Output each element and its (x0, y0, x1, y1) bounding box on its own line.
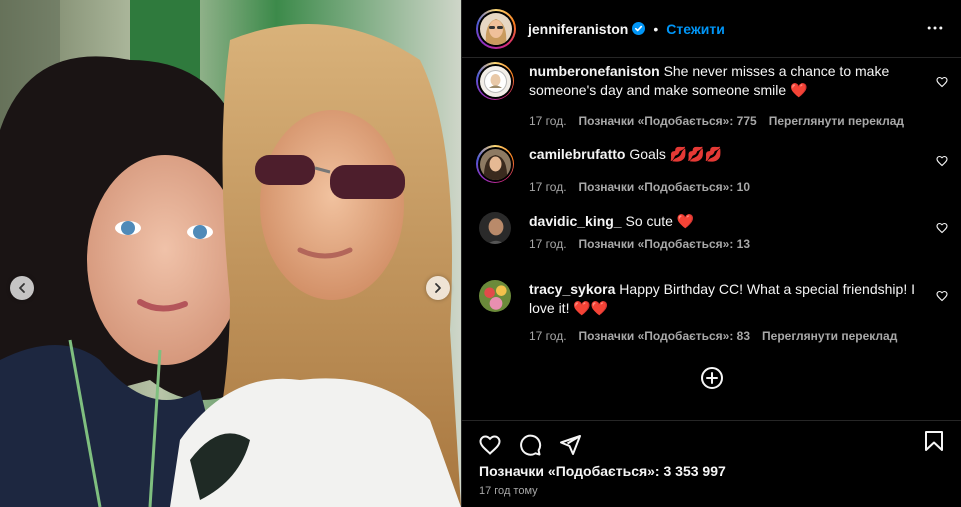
comment-age[interactable]: 17 год. (529, 114, 567, 128)
commenter-avatar[interactable] (479, 212, 511, 244)
paper-plane-icon[interactable] (558, 433, 582, 457)
author-username[interactable]: jenniferaniston (528, 21, 628, 37)
comment-age[interactable]: 17 год. (529, 180, 567, 194)
comment-username[interactable]: numberonefaniston (529, 63, 660, 79)
commenter-avatar-image (479, 148, 511, 180)
comment-item: numberonefaniston She never misses a cha… (462, 62, 961, 128)
heart-icon[interactable] (936, 222, 948, 234)
post-media[interactable] (0, 0, 461, 507)
comment-text: So cute (625, 213, 673, 229)
comment-likes[interactable]: Позначки «Подобається»: 775 (579, 114, 757, 128)
author-avatar[interactable] (476, 8, 516, 49)
post-timestamp[interactable]: 17 год тому (462, 485, 961, 497)
comment-likes[interactable]: Позначки «Подобається»: 10 (579, 180, 750, 194)
plus-circle-icon[interactable] (700, 366, 724, 390)
post-sidebar: jenniferaniston • Стежити numberonefanis… (461, 0, 961, 507)
chevron-left-icon (19, 283, 25, 293)
comment-age[interactable]: 17 год. (529, 237, 567, 251)
comment-likes[interactable]: Позначки «Подобається»: 83 (579, 329, 750, 343)
post-photo (0, 0, 461, 507)
comment-item: tracy_sykora Happy Birthday CC! What a s… (462, 280, 961, 343)
commenter-avatar-image (479, 280, 511, 312)
heart-icon[interactable] (936, 76, 948, 88)
comment-username[interactable]: davidic_king_ (529, 213, 622, 229)
heart-icon[interactable] (478, 433, 502, 457)
comment-emoji: 💋💋💋 (669, 146, 723, 162)
comment-emoji: ❤️ (790, 82, 808, 98)
post-likes-count[interactable]: Позначки «Подобається»: 3 353 997 (462, 463, 961, 479)
verified-badge-icon (632, 22, 646, 35)
comments-list[interactable]: numberonefaniston She never misses a cha… (462, 58, 961, 420)
chevron-right-icon (435, 283, 441, 293)
comment-likes[interactable]: Позначки «Подобається»: 13 (579, 237, 750, 251)
comment-icon[interactable] (518, 433, 542, 457)
follow-button[interactable]: Стежити (666, 21, 725, 37)
comment-username[interactable]: tracy_sykora (529, 281, 615, 297)
comment-username[interactable]: camilebrufatto (529, 146, 625, 162)
next-photo-button[interactable] (426, 276, 450, 300)
commenter-avatar[interactable] (476, 145, 514, 183)
commenter-avatar-image (479, 65, 511, 97)
post-actions: Позначки «Подобається»: 3 353 997 17 год… (462, 420, 961, 507)
post-header: jenniferaniston • Стежити (462, 0, 961, 58)
more-horizontal-icon[interactable] (925, 18, 945, 38)
commenter-avatar-image (479, 212, 511, 244)
see-translation-link[interactable]: Переглянути переклад (769, 114, 904, 128)
commenter-avatar[interactable] (476, 62, 514, 100)
previous-photo-button[interactable] (10, 276, 34, 300)
comment-age[interactable]: 17 год. (529, 329, 567, 343)
comment-emoji: ❤️❤️ (573, 300, 609, 316)
comment-item: camilebrufatto Goals 💋💋💋 17 год. Позначк… (462, 145, 961, 194)
bookmark-icon[interactable] (922, 429, 946, 453)
commenter-avatar[interactable] (479, 280, 511, 312)
comment-emoji: ❤️ (676, 213, 695, 229)
header-separator: • (653, 20, 659, 37)
heart-icon[interactable] (936, 155, 948, 167)
see-translation-link[interactable]: Переглянути переклад (762, 329, 897, 343)
heart-icon[interactable] (936, 290, 948, 302)
comment-item: davidic_king_ So cute ❤️ 17 год. Позначк… (462, 212, 961, 251)
comment-text: Goals (629, 146, 666, 162)
author-avatar-image (480, 12, 512, 45)
